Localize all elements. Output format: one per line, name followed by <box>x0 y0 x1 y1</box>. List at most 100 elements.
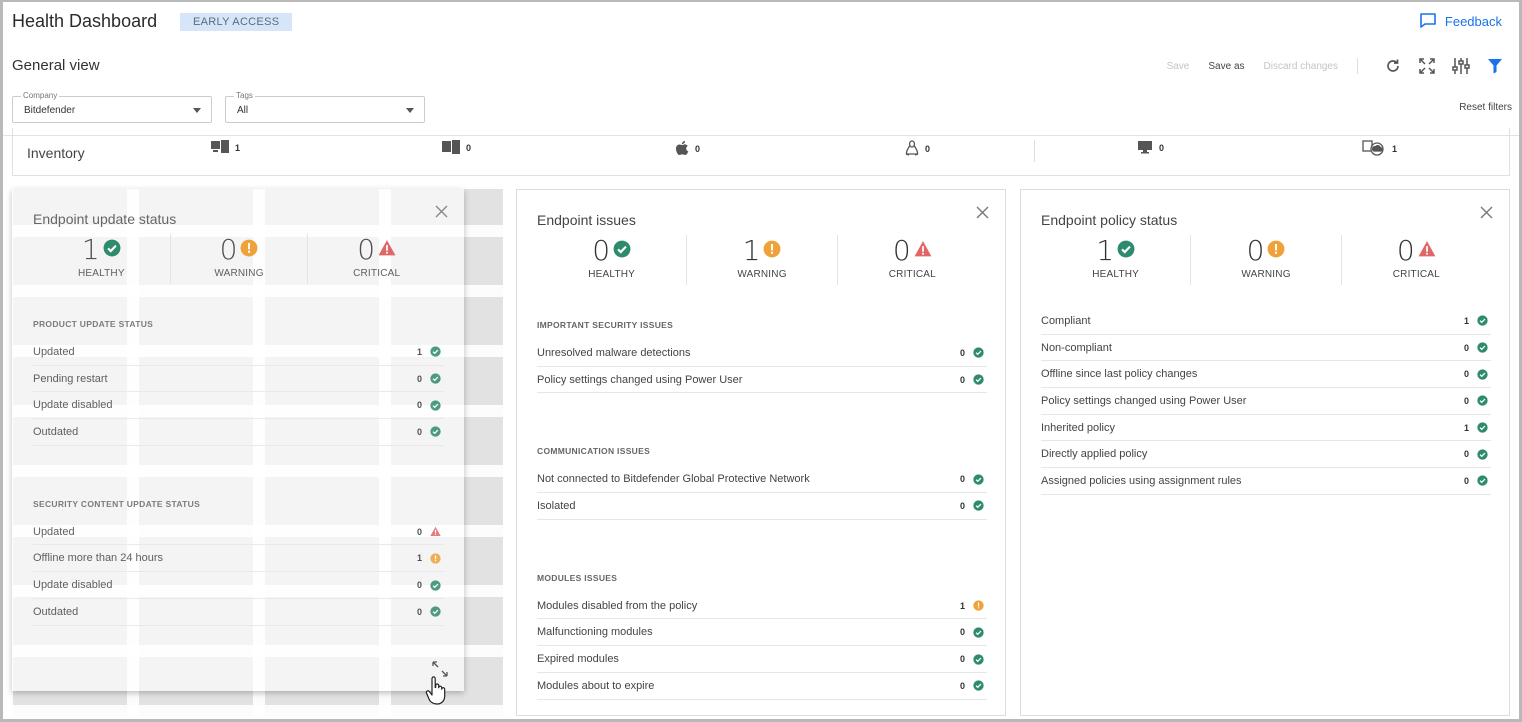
item-label: Non-compliant <box>1041 341 1112 354</box>
healthy-icon <box>103 239 121 262</box>
item-count: 0 <box>416 400 422 411</box>
list-item[interactable]: Updated 0 <box>33 519 444 546</box>
list-item[interactable]: Update disabled 0 <box>33 392 444 420</box>
inventory-item[interactable]: 0 <box>1137 140 1164 156</box>
status-healthy[interactable]: 1 HEALTHY <box>1041 235 1190 285</box>
healthy-icon <box>429 372 442 385</box>
reset-filters-link[interactable]: Reset filters <box>1459 102 1512 113</box>
card-title: Endpoint update status <box>33 211 177 227</box>
list-item[interactable]: Expired modules 0 <box>537 646 987 673</box>
healthy-icon <box>972 626 985 639</box>
item-count: 0 <box>416 373 422 384</box>
list-item[interactable]: Offline more than 24 hours 1 <box>33 545 444 573</box>
status-label: CRITICAL <box>1392 269 1440 280</box>
warning-icon <box>972 599 985 612</box>
status-summary: 0 HEALTHY 1 WARNING 0 CRITICAL <box>537 235 987 285</box>
healthy-icon <box>972 346 985 359</box>
close-icon[interactable] <box>1480 206 1493 224</box>
list-item[interactable]: Isolated 0 <box>537 493 987 520</box>
list-item[interactable]: Policy settings changed using Power User… <box>537 367 987 394</box>
healthy-icon <box>429 399 442 412</box>
close-icon[interactable] <box>976 206 989 224</box>
item-count: 0 <box>959 347 965 358</box>
list-item[interactable]: Assigned policies using assignment rules… <box>1041 468 1491 495</box>
list-item[interactable]: Modules about to expire 0 <box>537 673 987 700</box>
list-item[interactable]: Inherited policy 1 <box>1041 415 1491 442</box>
item-label: Directly applied policy <box>1041 448 1148 461</box>
company-select[interactable]: Company Bitdefender <box>12 91 212 123</box>
tags-select[interactable]: Tags All <box>225 91 425 123</box>
list-item[interactable]: Offline since last policy changes 0 <box>1041 361 1491 389</box>
status-summary: 1 HEALTHY 0 WARNING 0 CRITICAL <box>1041 235 1491 285</box>
inventory-item[interactable]: 0 <box>675 140 700 158</box>
item-count: 0 <box>416 526 422 537</box>
status-critical[interactable]: 0 CRITICAL <box>1340 235 1491 285</box>
card-section: PRODUCT UPDATE STATUS Updated 1 Pending res… <box>33 313 444 446</box>
sliders-icon[interactable] <box>1448 55 1474 77</box>
item-label: Update disabled <box>33 579 113 592</box>
card-title: Endpoint issues <box>537 212 636 228</box>
view-name: General view <box>12 57 100 74</box>
list-item[interactable]: Update disabled 0 <box>33 572 444 599</box>
close-icon[interactable] <box>435 205 448 223</box>
refresh-icon[interactable] <box>1380 55 1406 77</box>
item-count: 0 <box>416 606 422 617</box>
inventory-item[interactable]: 1 <box>211 140 240 156</box>
feedback-link[interactable]: Feedback <box>1419 12 1502 31</box>
discard-changes-button[interactable]: Discard changes <box>1264 61 1338 72</box>
page-title: Health Dashboard <box>12 11 158 31</box>
fullscreen-icon[interactable] <box>1414 55 1440 77</box>
filter-icon[interactable] <box>1482 55 1508 77</box>
status-critical[interactable]: 0 CRITICAL <box>307 234 445 284</box>
list-item[interactable]: Policy settings changed using Power User… <box>1041 388 1491 415</box>
list-item[interactable]: Unresolved malware detections 0 <box>537 340 987 367</box>
save-button[interactable]: Save <box>1167 61 1190 72</box>
inventory-item[interactable]: 0 <box>442 140 471 156</box>
item-label: Updated <box>33 525 75 538</box>
healthy-icon <box>1476 368 1489 381</box>
status-critical[interactable]: 0 CRITICAL <box>836 235 987 285</box>
healthy-icon <box>972 653 985 666</box>
save-as-button[interactable]: Save as <box>1208 61 1244 72</box>
inventory-item[interactable]: 0 <box>905 140 930 158</box>
item-label: Isolated <box>537 499 576 512</box>
item-count: 0 <box>416 580 422 591</box>
list-item[interactable]: Outdated 0 <box>33 599 444 626</box>
status-healthy[interactable]: 1 HEALTHY <box>33 234 170 284</box>
item-label: Updated <box>33 345 75 358</box>
status-label: CRITICAL <box>888 269 936 280</box>
item-count: 1 <box>416 346 422 357</box>
critical-icon <box>378 239 396 262</box>
healthy-icon <box>1476 474 1489 487</box>
endpoint-update-card[interactable]: Endpoint update status 1 HEALTHY 0 WARNING 0… <box>12 189 464 691</box>
windows-server-icon <box>442 140 460 156</box>
status-summary: 1 HEALTHY 0 WARNING 0 CRITICAL <box>33 234 445 284</box>
list-item[interactable]: Modules disabled from the policy 1 <box>537 593 987 620</box>
status-warning[interactable]: 0 WARNING <box>1190 235 1340 285</box>
list-item[interactable]: Directly applied policy 0 <box>1041 441 1491 469</box>
section-heading: MODULES ISSUES <box>537 572 618 583</box>
list-item[interactable]: Pending restart 0 <box>33 366 444 393</box>
status-warning[interactable]: 0 WARNING <box>169 234 308 284</box>
healthy-icon <box>1476 448 1489 461</box>
list-item[interactable]: Not connected to Bitdefender Global Prot… <box>537 466 987 494</box>
item-label: Pending restart <box>33 372 108 385</box>
status-label: HEALTHY <box>588 269 636 280</box>
status-warning[interactable]: 1 WARNING <box>686 235 836 285</box>
list-item[interactable]: Malfunctioning modules 0 <box>537 619 987 647</box>
chevron-down-icon <box>406 108 414 113</box>
list-item[interactable]: Outdated 0 <box>33 419 444 446</box>
healthy-icon <box>613 240 631 263</box>
list-item[interactable]: Compliant 1 <box>1041 308 1491 335</box>
chat-icon <box>1419 12 1437 31</box>
inventory-bar: Inventory 1 0 0 0 0 1 <box>12 128 1510 176</box>
critical-icon <box>914 240 932 263</box>
item-label: Policy settings changed using Power User <box>1041 394 1247 407</box>
item-label: Outdated <box>33 605 79 618</box>
list-item[interactable]: Non-compliant 0 <box>1041 335 1491 362</box>
section-heading: COMMUNICATION ISSUES <box>537 446 651 457</box>
item-count: 0 <box>1463 475 1469 486</box>
inventory-item[interactable]: 1 <box>1362 140 1397 158</box>
list-item[interactable]: Updated 1 <box>33 339 444 366</box>
status-healthy[interactable]: 0 HEALTHY <box>537 235 686 285</box>
